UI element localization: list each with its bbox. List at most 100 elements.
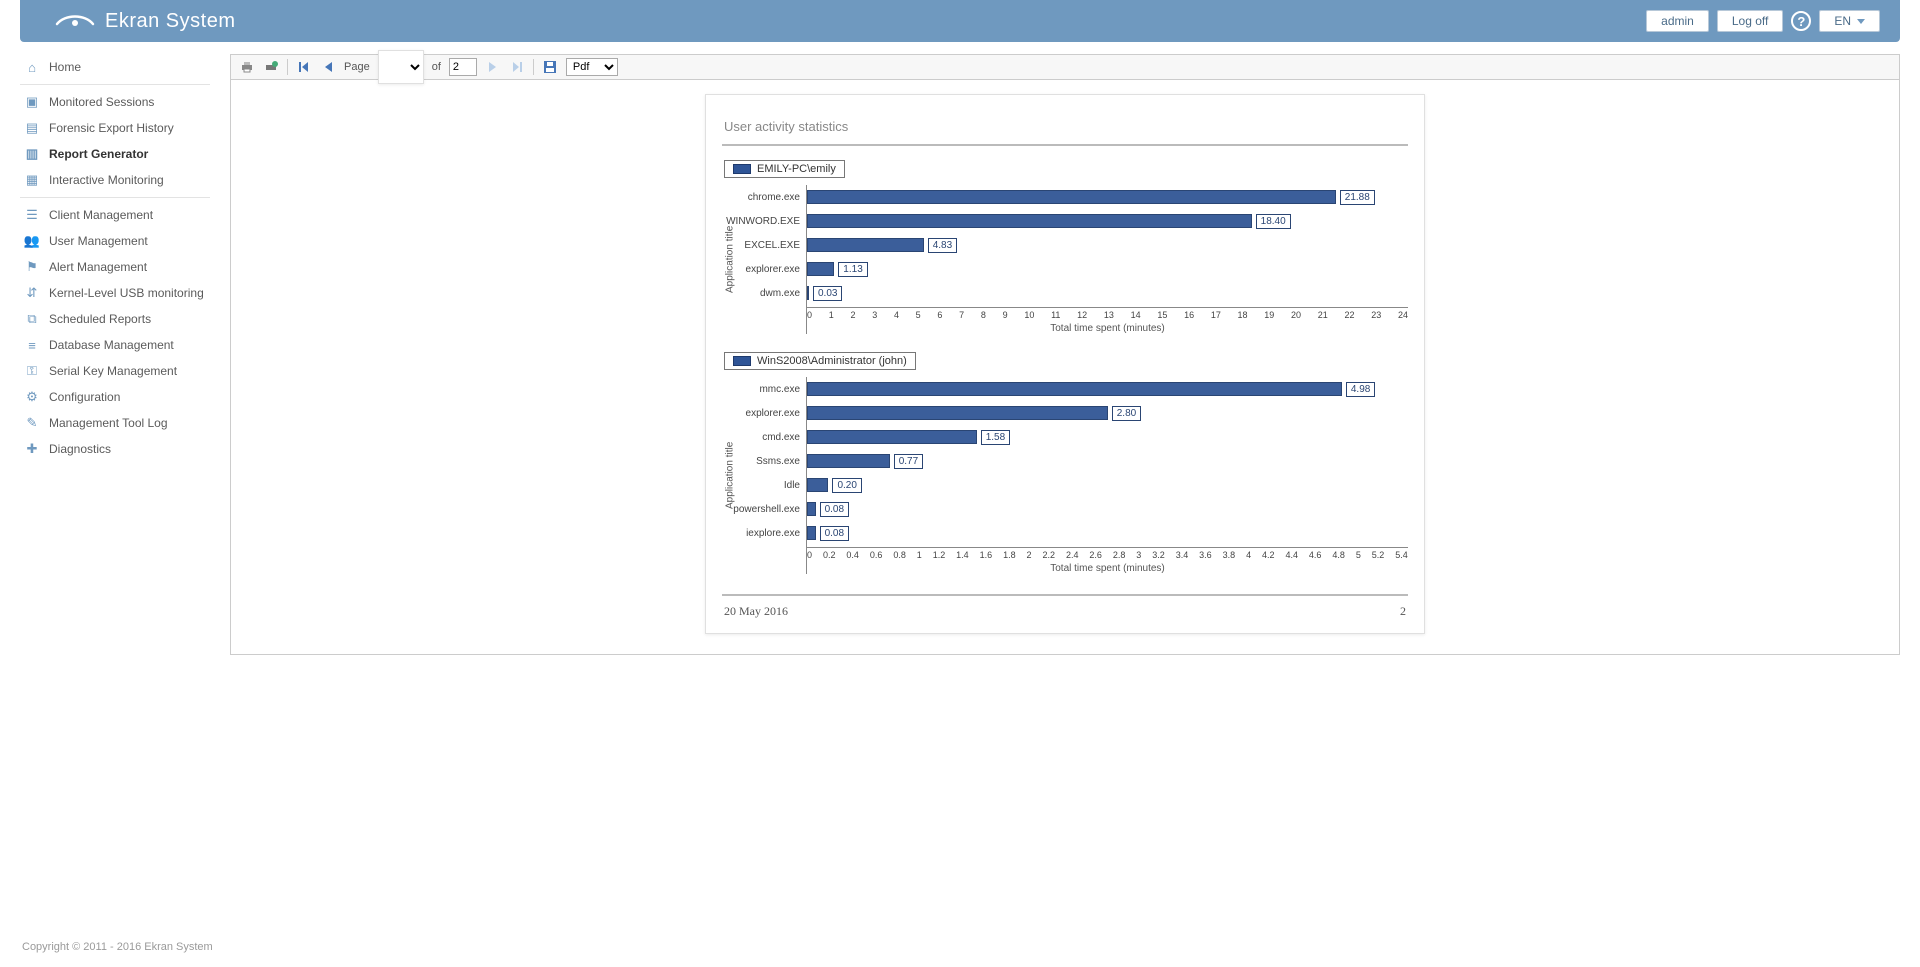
page-current-select[interactable]: 2 [378,50,424,84]
y-axis-label: Application title [722,377,738,574]
page-total-input[interactable] [449,58,477,76]
x-tick: 2.8 [1113,550,1126,560]
chevron-down-icon [1857,19,1865,24]
sidebar-item-serial-key-management[interactable]: ⚿Serial Key Management [20,358,210,384]
sidebar-item-interactive-monitoring[interactable]: ▦Interactive Monitoring [20,167,210,193]
sidebar-item-database-management[interactable]: ≡Database Management [20,332,210,358]
nav-separator [20,197,210,198]
bar [807,214,1252,228]
sidebar-item-label: Scheduled Reports [49,312,151,326]
x-tick: 4.2 [1262,550,1275,560]
export-format-select[interactable]: Pdf [566,58,618,76]
bar [807,502,816,516]
logoff-button[interactable]: Log off [1717,10,1783,32]
divider [722,144,1408,146]
print-icon[interactable] [239,59,255,75]
sidebar-item-scheduled-reports[interactable]: ⧉ Scheduled Reports [20,306,210,332]
prev-page-icon[interactable] [320,59,336,75]
sidebar-item-user-management[interactable]: 👥User Management [20,228,210,254]
schedule-icon: ⧉ [23,312,41,326]
home-icon: ⌂ [23,60,41,74]
legend-swatch [733,164,751,174]
x-tick: 5.2 [1372,550,1385,560]
sidebar-item-home[interactable]: ⌂ Home [20,54,210,80]
monitor-icon: ▣ [23,95,41,109]
x-ticks: 00.20.40.60.811.21.41.61.822.22.42.62.83… [807,548,1408,560]
chart-legend: WinS2008\Administrator (john) [724,352,916,370]
film-icon: ▤ [23,121,41,135]
chart-wrap: Application titlemmc.exeexplorer.execmd.… [722,377,1408,574]
x-axis: 00.20.40.60.811.21.41.61.822.22.42.62.83… [807,547,1408,561]
report-toolbar: Page 2 of Pdf [230,54,1900,80]
x-tick: 19 [1264,310,1274,320]
bar [807,190,1336,204]
chart-1: WinS2008\Administrator (john) Application… [722,352,1408,574]
topbar-right: admin Log off ? EN [1646,10,1880,32]
x-tick: 9 [1003,310,1008,320]
site-footer: Copyright © 2011 - 2016 Ekran System [0,931,1920,967]
legend-label: EMILY-PC\emily [757,163,836,175]
chart-0: EMILY-PC\emilyApplication titlechrome.ex… [722,160,1408,334]
plot-inner: 21.8818.404.831.130.03 [807,185,1408,305]
alert-icon: ⚑ [23,260,41,274]
bar-value: 0.08 [820,502,849,517]
x-tick: 1 [829,310,834,320]
bar-row: 1.58 [807,425,1408,449]
x-tick: 7 [959,310,964,320]
sidebar-item-report-generator[interactable]: ▥Report Generator [20,141,210,167]
category-label: powershell.exe [738,497,800,521]
last-page-icon[interactable] [509,59,525,75]
language-dropdown[interactable]: EN [1819,10,1880,32]
sidebar-item-label: Alert Management [49,260,147,274]
x-tick: 0 [807,550,812,560]
sidebar-item-label: Home [49,60,81,74]
sidebar-item-label: Management Tool Log [49,416,168,430]
print-current-icon[interactable] [263,59,279,75]
bar-value: 21.88 [1340,190,1375,205]
category-label: mmc.exe [738,377,800,401]
category-label: iexplore.exe [738,521,800,545]
bar-value: 4.98 [1346,382,1375,397]
x-tick: 23 [1371,310,1381,320]
next-page-icon[interactable] [485,59,501,75]
y-categories: mmc.exeexplorer.execmd.exeSsms.exeIdlepo… [738,377,806,574]
x-tick: 10 [1024,310,1034,320]
plot-area: 21.8818.404.831.130.03012345678910111213… [806,185,1408,334]
x-tick: 2.6 [1089,550,1102,560]
first-page-icon[interactable] [296,59,312,75]
x-tick: 12 [1077,310,1087,320]
user-button[interactable]: admin [1646,10,1709,32]
help-icon[interactable]: ? [1791,11,1811,31]
usb-icon: ⇵ [23,286,41,300]
sidebar-item-diagnostics[interactable]: ✚Diagnostics [20,436,210,462]
sidebar-item-forensic-export-history[interactable]: ▤Forensic Export History [20,115,210,141]
bar-row: 18.40 [807,209,1408,233]
x-tick: 1 [917,550,922,560]
category-label: WINWORD.EXE [738,209,800,233]
report-footer-date: 20 May 2016 [724,604,788,619]
report-footer: 20 May 2016 2 [722,604,1408,619]
sidebar-item-client-management[interactable]: ☰Client Management [20,202,210,228]
topbar: Ekran System admin Log off ? EN [20,0,1900,42]
x-tick: 4.4 [1285,550,1298,560]
clients-icon: ☰ [23,208,41,222]
logo-eye-icon [55,12,95,30]
x-tick: 22 [1344,310,1354,320]
x-tick: 2 [850,310,855,320]
sidebar-item-configuration[interactable]: ⚙Configuration [20,384,210,410]
x-tick: 2 [1027,550,1032,560]
bar-row: 0.08 [807,497,1408,521]
x-ticks: 0123456789101112131415161718192021222324 [807,308,1408,320]
sidebar-item-monitored-sessions[interactable]: ▣Monitored Sessions [20,89,210,115]
export-save-icon[interactable] [542,59,558,75]
bar-row: 21.88 [807,185,1408,209]
sidebar-item-management-tool-log[interactable]: ✎Management Tool Log [20,410,210,436]
gear-icon: ⚙ [23,390,41,404]
sidebar-item-alert-management[interactable]: ⚑ Alert Management [20,254,210,280]
sidebar-item-kernel-level-usb-monitoring[interactable]: ⇵Kernel-Level USB monitoring [20,280,210,306]
x-tick: 8 [981,310,986,320]
bar-row: 4.83 [807,233,1408,257]
sidebar-item-label: Diagnostics [49,442,111,456]
x-tick: 2.4 [1066,550,1079,560]
x-tick: 1.8 [1003,550,1016,560]
